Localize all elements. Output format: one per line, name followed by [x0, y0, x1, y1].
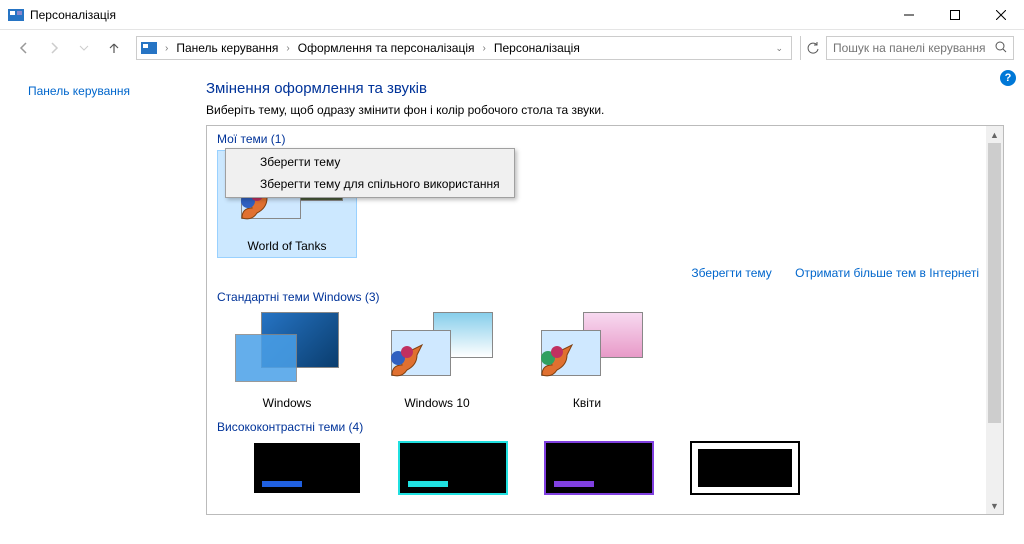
theme-item-hc4[interactable]	[675, 438, 815, 498]
context-menu: Зберегти тему Зберегти тему для спільног…	[225, 148, 515, 198]
theme-thumb	[377, 312, 497, 392]
page-subtitle: Виберіть тему, щоб одразу змінити фон і …	[206, 103, 1004, 117]
maximize-button[interactable]	[932, 0, 978, 30]
theme-row	[207, 438, 1003, 498]
theme-item-windows10[interactable]: Windows 10	[367, 308, 507, 414]
group-my-themes: Мої теми (1)	[207, 126, 1003, 150]
theme-item-flowers[interactable]: Квіти	[517, 308, 657, 414]
toolbar: › Панель керування › Оформлення та персо…	[0, 30, 1024, 66]
breadcrumb[interactable]: › Панель керування › Оформлення та персо…	[136, 36, 792, 60]
back-button[interactable]	[10, 34, 38, 62]
app-icon	[8, 7, 24, 23]
title-bar: Персоналізація	[0, 0, 1024, 30]
search-icon[interactable]	[995, 41, 1007, 56]
chevron-icon[interactable]: ›	[479, 43, 490, 54]
theme-label: Квіти	[517, 396, 657, 410]
theme-item-hc3[interactable]	[529, 438, 669, 498]
chevron-icon[interactable]: ›	[282, 43, 293, 54]
chevron-icon[interactable]: ›	[161, 43, 172, 54]
breadcrumb-item[interactable]: Персоналізація	[490, 37, 584, 59]
search-input[interactable]	[833, 41, 995, 55]
context-save-theme-share[interactable]: Зберегти тему для спільного використання	[228, 173, 512, 195]
chevron-down-icon[interactable]: ⌄	[771, 43, 787, 54]
theme-label: Windows	[217, 396, 357, 410]
theme-label: World of Tanks	[218, 239, 356, 253]
theme-label: Windows 10	[367, 396, 507, 410]
more-themes-link[interactable]: Отримати більше тем в Інтернеті	[795, 266, 979, 280]
scroll-up-icon[interactable]: ▲	[986, 126, 1003, 143]
theme-item-hc1[interactable]	[237, 438, 377, 498]
page-heading: Змінення оформлення та звуків	[206, 80, 1004, 97]
brush-icon	[387, 340, 427, 380]
recent-dropdown[interactable]	[70, 34, 98, 62]
theme-thumb	[227, 312, 347, 392]
scroll-down-icon[interactable]: ▼	[986, 497, 1003, 514]
forward-button[interactable]	[40, 34, 68, 62]
group-standard-themes: Стандартні теми Windows (3)	[207, 284, 1003, 308]
up-button[interactable]	[100, 34, 128, 62]
theme-area: Мої теми (1) World of Tanks Зберегти тем…	[206, 125, 1004, 515]
theme-thumb	[527, 312, 647, 392]
theme-row: Windows Windows 10	[207, 308, 1003, 414]
scrollbar[interactable]: ▲ ▼	[986, 126, 1003, 514]
close-button[interactable]	[978, 0, 1024, 30]
search-box[interactable]	[826, 36, 1014, 60]
main-area: Панель керування Змінення оформлення та …	[0, 66, 1024, 544]
sidebar-home-link[interactable]: Панель керування	[28, 84, 130, 98]
group-hc-themes: Висококонтрастні теми (4)	[207, 414, 1003, 438]
sidebar: Панель керування	[0, 66, 190, 544]
minimize-button[interactable]	[886, 0, 932, 30]
save-theme-link[interactable]: Зберегти тему	[691, 266, 771, 280]
breadcrumb-item[interactable]: Оформлення та персоналізація	[294, 37, 479, 59]
window-title: Персоналізація	[30, 8, 886, 22]
scroll-thumb[interactable]	[988, 143, 1001, 423]
refresh-button[interactable]	[800, 36, 824, 60]
theme-item-hc2[interactable]	[383, 438, 523, 498]
context-save-theme[interactable]: Зберегти тему	[228, 151, 512, 173]
theme-item-windows[interactable]: Windows	[217, 308, 357, 414]
breadcrumb-item[interactable]: Панель керування	[172, 37, 282, 59]
control-panel-icon	[141, 40, 157, 56]
brush-icon	[537, 340, 577, 380]
content: Змінення оформлення та звуків Виберіть т…	[190, 66, 1024, 544]
theme-links: Зберегти тему Отримати більше тем в Інте…	[207, 258, 1003, 284]
